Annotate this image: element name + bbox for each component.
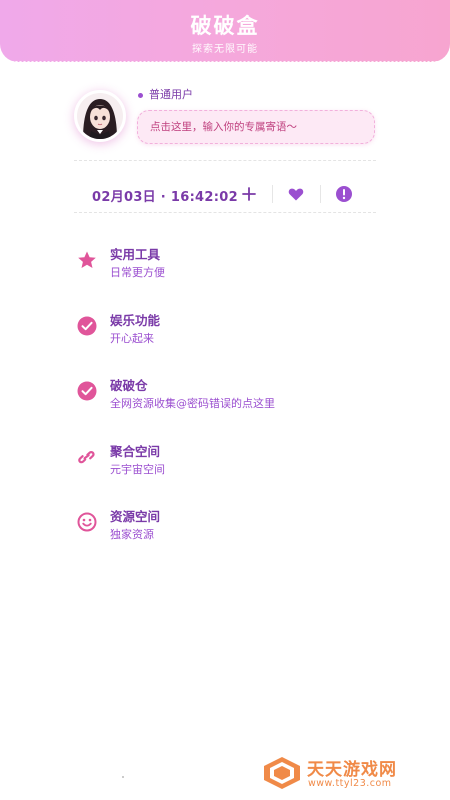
menu-item-subtitle: 独家资源 (110, 528, 154, 541)
menu-item-aggregate-space[interactable]: 聚合空间 元宇宙空间 (74, 437, 376, 503)
smile-icon (77, 512, 97, 532)
heart-icon[interactable] (287, 185, 305, 203)
menu-item-title: 资源空间 (110, 509, 161, 524)
status-bar: 02月03日 · 16:42:02 (74, 176, 376, 212)
divider (74, 212, 376, 213)
alert-icon[interactable] (335, 185, 353, 203)
menu-item-title: 娱乐功能 (110, 312, 161, 328)
menu-item-title: 破破仓 (110, 378, 148, 393)
menu-item-title: 聚合空间 (110, 443, 161, 459)
menu-item-subtitle: 元宇宙空间 (110, 462, 165, 476)
user-type-dot (138, 92, 143, 98)
watermark-url: www.ttyl23.com (308, 778, 392, 789)
plus-icon[interactable] (240, 185, 258, 203)
datetime-display: 02月03日 · 16:42:02 (92, 190, 238, 205)
watermark-logo-icon (262, 756, 302, 790)
menu-item-popocang[interactable]: 破破仓 全网资源收集@密码错误的点这里 (74, 371, 376, 437)
app-header: 破破盒 探索无限可能 (0, 0, 450, 63)
feature-menu: 实用工具 日常更方便 娱乐功能 开心起来 破破仓 全网资源收集@密码错误的点这里… (74, 240, 376, 568)
separator (272, 185, 273, 203)
menu-item-tools[interactable]: 实用工具 日常更方便 (74, 240, 376, 306)
divider (74, 160, 376, 161)
separator (320, 185, 321, 203)
signature-input[interactable]: 点击这里，输入你的专属寄语～ (137, 110, 375, 144)
user-type-label: 普通用户 (138, 86, 193, 102)
menu-item-subtitle: 日常更方便 (110, 266, 165, 279)
star-icon (77, 250, 97, 270)
app-title: 破破盒 (190, 14, 260, 38)
app-subtitle: 探索无限可能 (192, 44, 258, 55)
stray-dot (122, 776, 124, 778)
menu-item-title: 实用工具 (110, 247, 161, 262)
watermark: 天天游戏网 www.ttyl23.com (262, 754, 432, 794)
check-circle-icon (77, 316, 97, 336)
check-circle-icon (77, 381, 97, 401)
menu-item-subtitle: 全网资源收集@密码错误的点这里 (110, 397, 275, 410)
menu-item-subtitle: 开心起来 (110, 331, 154, 345)
menu-item-resource-space[interactable]: 资源空间 独家资源 (74, 502, 376, 568)
avatar[interactable] (74, 90, 126, 142)
user-type-text: 普通用户 (149, 88, 193, 101)
link-icon (77, 447, 97, 467)
avatar-anime-girl-icon (77, 93, 123, 139)
menu-item-entertainment[interactable]: 娱乐功能 开心起来 (74, 306, 376, 372)
profile-section: 普通用户 点击这里，输入你的专属寄语～ (74, 86, 376, 146)
watermark-text: 天天游戏网 (307, 760, 397, 780)
